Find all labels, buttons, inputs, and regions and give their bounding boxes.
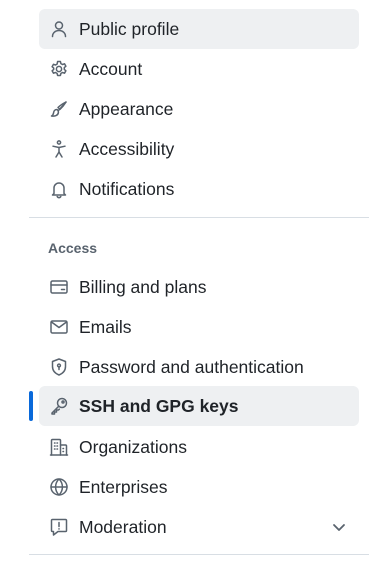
mail-icon bbox=[48, 316, 70, 338]
sidebar-item-label: Emails bbox=[79, 317, 132, 337]
bell-icon bbox=[48, 178, 70, 200]
section-divider bbox=[29, 217, 369, 218]
sidebar-item-password-authentication[interactable]: Password and authentication bbox=[39, 347, 359, 387]
sidebar-item-moderation[interactable]: Moderation bbox=[39, 507, 359, 547]
gear-icon bbox=[48, 58, 70, 80]
paintbrush-icon bbox=[48, 98, 70, 120]
section-divider bbox=[29, 554, 369, 555]
credit-card-icon bbox=[48, 276, 70, 298]
sidebar-item-label: Enterprises bbox=[79, 477, 168, 497]
section-heading-access: Access bbox=[48, 240, 98, 256]
person-icon bbox=[48, 18, 70, 40]
sidebar-item-enterprises[interactable]: Enterprises bbox=[39, 467, 359, 507]
sidebar-item-emails[interactable]: Emails bbox=[39, 307, 359, 347]
sidebar-item-label: SSH and GPG keys bbox=[79, 396, 239, 416]
sidebar-item-label: Organizations bbox=[79, 437, 187, 457]
globe-icon bbox=[48, 476, 70, 498]
sidebar-item-billing[interactable]: Billing and plans bbox=[39, 267, 359, 307]
chevron-down-icon[interactable] bbox=[329, 517, 349, 537]
report-icon bbox=[48, 516, 70, 538]
accessibility-icon bbox=[48, 138, 70, 160]
shield-lock-icon bbox=[48, 356, 70, 378]
sidebar-item-ssh-gpg-keys[interactable]: SSH and GPG keys bbox=[39, 386, 359, 426]
sidebar-item-label: Notifications bbox=[79, 179, 175, 199]
sidebar-item-public-profile[interactable]: Public profile bbox=[39, 9, 359, 49]
sidebar-item-notifications[interactable]: Notifications bbox=[39, 169, 359, 209]
organization-icon bbox=[48, 436, 70, 458]
sidebar-item-account[interactable]: Account bbox=[39, 49, 359, 89]
sidebar-item-label: Accessibility bbox=[79, 139, 175, 159]
sidebar-item-label: Password and authentication bbox=[79, 357, 304, 377]
sidebar-item-label: Moderation bbox=[79, 517, 167, 537]
sidebar-item-accessibility[interactable]: Accessibility bbox=[39, 129, 359, 169]
sidebar-item-organizations[interactable]: Organizations bbox=[39, 427, 359, 467]
sidebar-item-label: Appearance bbox=[79, 99, 174, 119]
sidebar-item-label: Account bbox=[79, 59, 143, 79]
sidebar-item-appearance[interactable]: Appearance bbox=[39, 89, 359, 129]
key-icon bbox=[48, 395, 70, 417]
settings-sidebar-nav: Public profile Account Appearance Access… bbox=[0, 0, 375, 564]
active-item-indicator bbox=[29, 391, 33, 421]
sidebar-item-label: Public profile bbox=[79, 19, 180, 39]
sidebar-item-label: Billing and plans bbox=[79, 277, 207, 297]
